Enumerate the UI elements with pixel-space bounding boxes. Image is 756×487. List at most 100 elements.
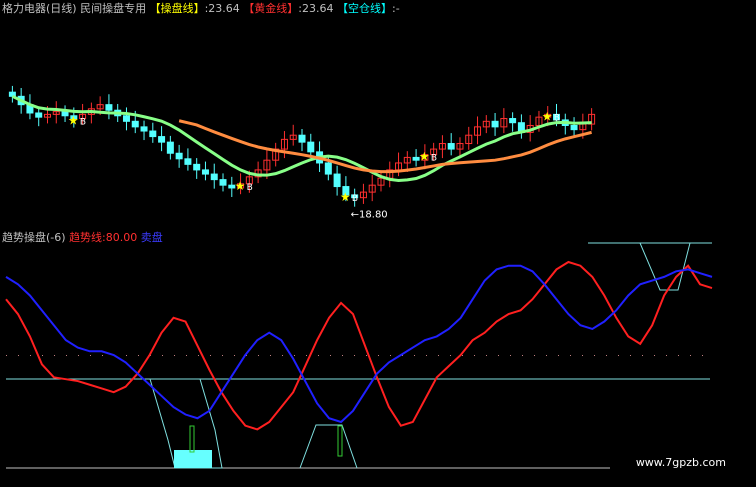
sell-label: 卖盘 bbox=[140, 231, 163, 244]
band-trapezoid-2 bbox=[299, 424, 358, 469]
candle-body bbox=[140, 126, 148, 132]
candle-body bbox=[175, 152, 183, 160]
candle-body bbox=[105, 104, 113, 111]
line2-value: :23.64 bbox=[298, 2, 334, 15]
midline-dot bbox=[522, 355, 523, 356]
midline-dot bbox=[642, 355, 643, 356]
midline-dot bbox=[678, 355, 679, 356]
mode-label: 民间操盘专用 bbox=[80, 2, 147, 15]
midline-dot bbox=[690, 355, 691, 356]
midline-dot bbox=[582, 355, 583, 356]
line1-value: :23.64 bbox=[204, 2, 240, 15]
midline-dot bbox=[486, 355, 487, 356]
midline-dot bbox=[6, 355, 7, 356]
buy-marker-label: B bbox=[554, 113, 560, 123]
midline-dot bbox=[198, 355, 199, 356]
midline-dot bbox=[666, 355, 667, 356]
midline-dot bbox=[42, 355, 43, 356]
candle-body bbox=[184, 158, 192, 165]
buy-marker-label: B bbox=[352, 194, 358, 204]
candle-body bbox=[491, 120, 499, 128]
low-price-annotation: ←18.80 bbox=[351, 210, 388, 221]
buy-star-icon: ★ bbox=[419, 150, 430, 164]
midline-dot bbox=[234, 355, 235, 356]
buy-star-icon: ★ bbox=[542, 109, 553, 123]
price-panel-header: 格力电器(日线) 民间操盘专用 【操盘线】:23.64 【黄金线】:23.64 … bbox=[2, 0, 400, 16]
midline-dot bbox=[702, 355, 703, 356]
midline-dot bbox=[282, 355, 283, 356]
midline-dot bbox=[294, 355, 295, 356]
midline-dot bbox=[258, 355, 259, 356]
midline-dot bbox=[534, 355, 535, 356]
midline-dot bbox=[354, 355, 355, 356]
band-green-bar bbox=[189, 425, 195, 453]
candle-body bbox=[131, 120, 139, 128]
trend-indicator-layer bbox=[5, 242, 713, 469]
midline-dot bbox=[174, 355, 175, 356]
midline-dot bbox=[510, 355, 511, 356]
stock-name: 格力电器(日线) bbox=[2, 2, 77, 15]
candle-body bbox=[333, 173, 341, 188]
indicator-panel-header: 趋势操盘(-6) 趋势线:80.00 卖盘 bbox=[2, 229, 163, 245]
midline-dot bbox=[570, 355, 571, 356]
candle-body bbox=[122, 115, 130, 122]
candle-body bbox=[210, 173, 218, 181]
midline-dot bbox=[222, 355, 223, 356]
buy-marker-label: B bbox=[247, 183, 253, 193]
buy-marker-label: B bbox=[80, 118, 86, 128]
midline-dot bbox=[426, 355, 427, 356]
trend-line-blue bbox=[5, 264, 713, 424]
buy-marker-label: B bbox=[431, 154, 437, 164]
candle-body bbox=[201, 169, 209, 175]
midline-dot bbox=[606, 355, 607, 356]
midline-dot bbox=[378, 355, 379, 356]
midline-dot bbox=[450, 355, 451, 356]
midline-dot bbox=[270, 355, 271, 356]
midline-dot bbox=[462, 355, 463, 356]
buy-star-icon: ★ bbox=[235, 179, 246, 193]
candle-body bbox=[35, 112, 43, 118]
midline-dot bbox=[90, 355, 91, 356]
trend-line-red bbox=[5, 260, 713, 431]
midline-dot bbox=[474, 355, 475, 356]
midline-dot bbox=[306, 355, 307, 356]
candle-body bbox=[324, 162, 332, 175]
candlestick-layer bbox=[8, 85, 596, 207]
midline-dot bbox=[654, 355, 655, 356]
midline-dot bbox=[318, 355, 319, 356]
midline-dot bbox=[618, 355, 619, 356]
midline-dot bbox=[414, 355, 415, 356]
midline-dot bbox=[366, 355, 367, 356]
candle-body bbox=[158, 136, 166, 143]
buy-star-icon: ★ bbox=[340, 190, 351, 204]
line3-value: :- bbox=[392, 2, 400, 15]
candle-body bbox=[219, 179, 227, 186]
midline-dot bbox=[330, 355, 331, 356]
trend-value: 80.00 bbox=[105, 231, 138, 244]
candle-body bbox=[570, 124, 578, 131]
midline-dot bbox=[186, 355, 187, 356]
midline-dot bbox=[438, 355, 439, 356]
midline-dot bbox=[54, 355, 55, 356]
midline-dot bbox=[78, 355, 79, 356]
band-green-bar bbox=[337, 425, 343, 457]
midline-dot bbox=[546, 355, 547, 356]
midline-dot bbox=[390, 355, 391, 356]
line3-label: 【空仓线】 bbox=[337, 2, 392, 15]
midline-dot bbox=[210, 355, 211, 356]
candle-body bbox=[307, 141, 315, 153]
midline-dot bbox=[630, 355, 631, 356]
midline-dot bbox=[126, 355, 127, 356]
midline-dot bbox=[18, 355, 19, 356]
candle-body bbox=[149, 130, 157, 138]
trend-label: 趋势线: bbox=[69, 231, 106, 244]
midline-dot bbox=[498, 355, 499, 356]
midline-dot bbox=[138, 355, 139, 356]
candle-body bbox=[298, 134, 306, 143]
line2-label: 【黄金线】 bbox=[243, 2, 299, 15]
watermark: www.7gpzb.com bbox=[635, 456, 726, 469]
band-fill-block bbox=[174, 450, 212, 468]
midline-dot bbox=[66, 355, 67, 356]
indicator-title: 趋势操盘(-6) bbox=[2, 231, 66, 244]
candle-body bbox=[447, 143, 455, 150]
